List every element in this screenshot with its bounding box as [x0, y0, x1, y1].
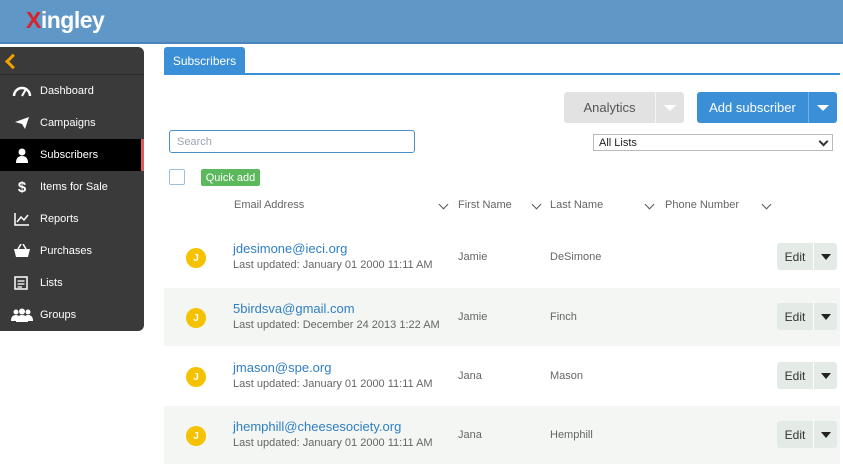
sort-chevron-icon[interactable]: [531, 199, 542, 210]
sidebar-item-label: Purchases: [40, 245, 92, 257]
sidebar-item-dashboard[interactable]: Dashboard: [0, 75, 144, 107]
table-row: J jmason@spe.org Last updated: January 0…: [164, 347, 840, 405]
sidebar-item-purchases[interactable]: Purchases: [0, 235, 144, 267]
subscriber-email-link[interactable]: jdesimone@ieci.org: [233, 241, 347, 256]
dollar-icon: $: [17, 178, 27, 196]
subscriber-email-link[interactable]: jmason@spe.org: [233, 360, 331, 375]
column-header-phone[interactable]: Phone Number: [665, 199, 739, 211]
first-name-cell: Jana: [458, 370, 482, 382]
analytics-button[interactable]: Analytics: [564, 92, 684, 123]
users-icon: [11, 307, 33, 323]
edit-dropdown-toggle[interactable]: [814, 421, 837, 448]
sidebar-item-label: Subscribers: [40, 149, 99, 161]
sort-chevron-icon[interactable]: [644, 199, 655, 210]
speedometer-icon: [11, 83, 33, 99]
sort-chevron-icon[interactable]: [438, 199, 449, 210]
sort-chevron-icon[interactable]: [761, 199, 772, 210]
edit-label[interactable]: Edit: [777, 362, 814, 389]
last-updated-text: Last updated: January 01 2000 11:11 AM: [233, 259, 433, 271]
subscriber-email-link[interactable]: jhemphill@cheesesociety.org: [233, 419, 401, 434]
edit-dropdown-toggle[interactable]: [814, 362, 837, 389]
edit-label[interactable]: Edit: [777, 421, 814, 448]
add-subscriber-button[interactable]: Add subscriber: [697, 92, 837, 123]
table-row: J jhemphill@cheesesociety.org Last updat…: [164, 406, 840, 464]
avatar: J: [186, 367, 206, 387]
analytics-dropdown-toggle[interactable]: [656, 92, 684, 123]
column-header-last-name[interactable]: Last Name: [550, 199, 603, 211]
last-updated-text: Last updated: January 01 2000 11:11 AM: [233, 378, 433, 390]
edit-dropdown-toggle[interactable]: [814, 243, 837, 270]
table-row: J jdesimone@ieci.org Last updated: Janua…: [164, 228, 840, 286]
paper-plane-icon: [11, 115, 33, 131]
quick-add-button[interactable]: Quick add: [201, 169, 260, 186]
sidebar-item-label: Reports: [40, 213, 79, 225]
tab-strip: Subscribers: [164, 46, 840, 75]
search-input[interactable]: [169, 130, 415, 153]
sidebar: Dashboard Campaigns Subscribers $ Items …: [0, 47, 144, 331]
first-name-cell: Jana: [458, 429, 482, 441]
subscriber-email-link[interactable]: 5birdsva@gmail.com: [233, 301, 355, 316]
caret-down-icon: [817, 104, 829, 111]
caret-down-icon: [664, 104, 676, 111]
caret-down-icon: [820, 431, 831, 438]
add-subscriber-label[interactable]: Add subscriber: [697, 92, 809, 123]
avatar: J: [186, 426, 206, 446]
chevron-down-icon: [818, 136, 829, 147]
list-filter-value: All Lists: [599, 136, 637, 149]
sidebar-item-reports[interactable]: Reports: [0, 203, 144, 235]
sidebar-item-campaigns[interactable]: Campaigns: [0, 107, 144, 139]
user-icon: [11, 147, 33, 163]
last-name-cell: DeSimone: [550, 251, 602, 263]
logo-text: ingley: [40, 7, 105, 33]
edit-button[interactable]: Edit: [777, 303, 837, 330]
edit-label[interactable]: Edit: [777, 303, 814, 330]
caret-down-icon: [820, 313, 831, 320]
caret-down-icon: [820, 372, 831, 379]
avatar: J: [186, 308, 206, 328]
edit-label[interactable]: Edit: [777, 243, 814, 270]
basket-icon: [11, 243, 33, 259]
edit-button[interactable]: Edit: [777, 243, 837, 270]
sidebar-item-label: Campaigns: [40, 117, 96, 129]
sidebar-collapse-button[interactable]: [0, 47, 144, 75]
edit-dropdown-toggle[interactable]: [814, 303, 837, 330]
list-filter-select[interactable]: All Lists: [593, 134, 833, 151]
sidebar-item-label: Items for Sale: [40, 181, 108, 193]
line-chart-icon: [11, 211, 33, 227]
last-updated-text: Last updated: December 24 2013 1:22 AM: [233, 319, 440, 331]
sidebar-item-groups[interactable]: Groups: [0, 299, 144, 331]
sidebar-item-label: Dashboard: [40, 85, 94, 97]
logo-x: X: [26, 7, 41, 33]
add-subscriber-dropdown-toggle[interactable]: [809, 92, 837, 123]
list-icon: [11, 275, 33, 291]
sidebar-item-subscribers[interactable]: Subscribers: [0, 139, 144, 171]
app-logo[interactable]: Xingley: [26, 7, 105, 34]
caret-down-icon: [820, 253, 831, 260]
sidebar-item-items-for-sale[interactable]: $ Items for Sale: [0, 171, 144, 203]
last-updated-text: Last updated: January 01 2000 11:11 AM: [233, 437, 433, 449]
edit-button[interactable]: Edit: [777, 362, 837, 389]
select-all-checkbox[interactable]: [169, 169, 185, 185]
column-header-first-name[interactable]: First Name: [458, 199, 512, 211]
edit-button[interactable]: Edit: [777, 421, 837, 448]
sidebar-item-label: Lists: [40, 277, 63, 289]
tab-subscribers[interactable]: Subscribers: [164, 47, 245, 74]
column-header-email[interactable]: Email Address: [234, 199, 304, 211]
chevron-left-icon: [5, 53, 21, 70]
sidebar-item-label: Groups: [40, 309, 77, 321]
avatar: J: [186, 248, 206, 268]
top-bar: Xingley: [0, 0, 843, 44]
analytics-label[interactable]: Analytics: [564, 92, 656, 123]
last-name-cell: Mason: [550, 370, 584, 382]
first-name-cell: Jamie: [458, 311, 488, 323]
first-name-cell: Jamie: [458, 251, 488, 263]
sidebar-item-lists[interactable]: Lists: [0, 267, 144, 299]
last-name-cell: Hemphill: [550, 429, 593, 441]
table-row: J 5birdsva@gmail.com Last updated: Decem…: [164, 288, 840, 346]
last-name-cell: Finch: [550, 311, 577, 323]
